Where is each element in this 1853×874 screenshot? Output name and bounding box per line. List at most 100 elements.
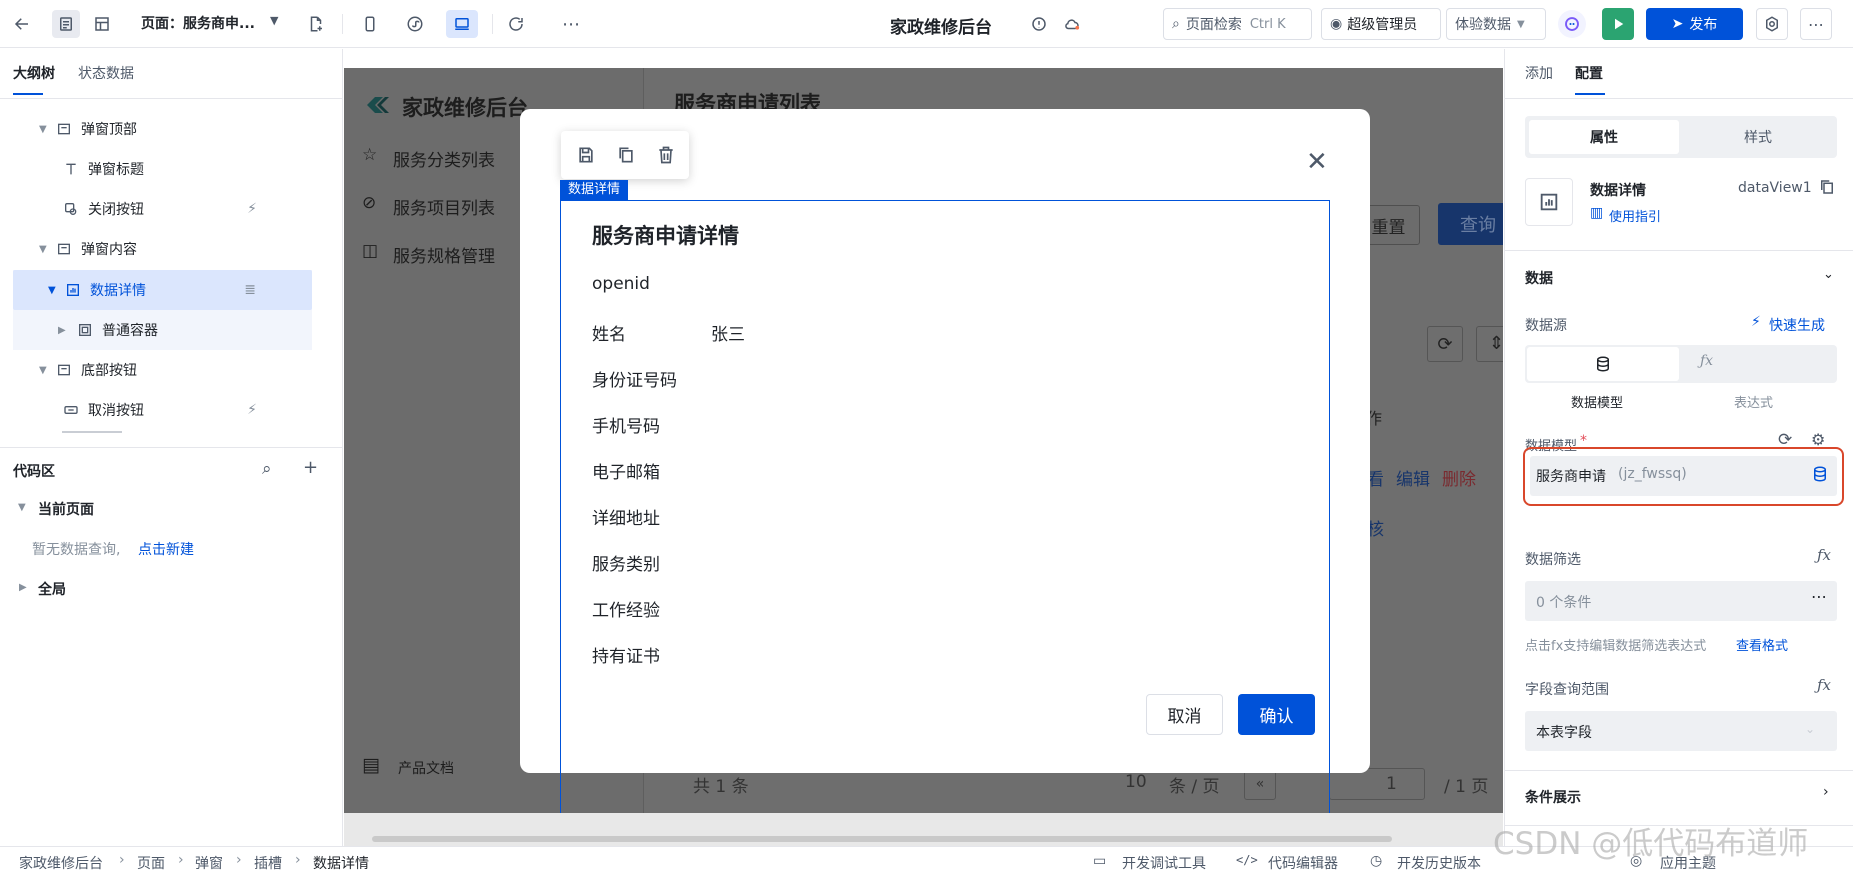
fx-expression-icon[interactable]: ƒx bbox=[1817, 676, 1831, 694]
desktop-view-icon[interactable] bbox=[446, 10, 478, 38]
tree-node-cancel-button[interactable]: 取消按钮 ⚡ bbox=[0, 391, 343, 429]
menu-item-service-category[interactable]: 服务分类列表 bbox=[393, 146, 495, 171]
more-icon[interactable]: ⋯ bbox=[1800, 8, 1832, 40]
menu-item-service-spec[interactable]: 服务规格管理 bbox=[393, 242, 495, 267]
tab-state-data[interactable]: 状态数据 bbox=[78, 63, 134, 83]
source-type-expression[interactable]: 表达式 bbox=[1734, 392, 1773, 411]
cancel-button[interactable]: 取消 bbox=[1146, 694, 1223, 735]
quick-generate-link[interactable]: 快速生成 bbox=[1769, 315, 1825, 335]
menu-item-service-project[interactable]: 服务项目列表 bbox=[393, 194, 495, 219]
fx-expression-icon[interactable]: ƒx bbox=[1817, 546, 1831, 564]
tree-node-popup-content[interactable]: ▼ 弹窗内容 bbox=[0, 230, 343, 268]
tree-node-close-button[interactable]: 关闭按钮 ⚡ bbox=[0, 190, 343, 228]
caret-right-icon[interactable]: ▶ bbox=[19, 582, 27, 593]
save-icon[interactable] bbox=[576, 145, 596, 169]
chevron-down-icon[interactable]: ▼ bbox=[270, 14, 278, 27]
tree-node-popup-header[interactable]: ▼ 弹窗顶部 bbox=[0, 110, 343, 148]
tab-config[interactable]: 配置 bbox=[1575, 63, 1603, 83]
current-page-node[interactable]: 当前页面 bbox=[38, 499, 94, 519]
cloud-status-icon[interactable] bbox=[1058, 10, 1086, 38]
watermark-text: CSDN @低代码布道师 bbox=[1493, 826, 1809, 862]
mini-program-icon[interactable] bbox=[401, 10, 429, 38]
breadcrumb-item[interactable]: 弹窗 bbox=[195, 853, 223, 873]
database-icon[interactable] bbox=[1527, 347, 1679, 381]
add-plus-icon[interactable]: + bbox=[303, 457, 318, 478]
canvas-scroll-track[interactable] bbox=[344, 813, 1503, 846]
page-search-input[interactable]: ⌕ 页面检索 Ctrl K bbox=[1163, 8, 1312, 40]
caret-down-icon: ▼ bbox=[48, 284, 56, 296]
breadcrumb-item[interactable]: 页面 bbox=[137, 853, 165, 873]
filter-format-link[interactable]: 查看格式 bbox=[1736, 635, 1788, 654]
caret-right-icon: ▶ bbox=[58, 324, 66, 336]
copy-icon[interactable] bbox=[1818, 178, 1836, 200]
search-icon: ⌕ bbox=[1172, 16, 1180, 32]
more-icon[interactable]: ⋯ bbox=[1811, 587, 1827, 606]
database-icon[interactable] bbox=[1811, 465, 1829, 487]
guide-link[interactable]: 使用指引 bbox=[1609, 206, 1661, 225]
tree-node-normal-container[interactable]: ▶ 普通容器 bbox=[0, 311, 343, 349]
create-query-link[interactable]: 点击新建 bbox=[138, 539, 194, 559]
chevron-down-icon[interactable]: ⌄ bbox=[1823, 267, 1834, 282]
delete-icon[interactable] bbox=[656, 145, 676, 169]
section-data-title[interactable]: 数据 bbox=[1525, 268, 1553, 288]
user-button[interactable]: ◉ 超级管理员 bbox=[1321, 8, 1441, 40]
source-type-model[interactable]: 数据模型 bbox=[1571, 392, 1623, 411]
run-play-icon[interactable] bbox=[1602, 8, 1634, 40]
send-icon: ➤ bbox=[1671, 16, 1684, 32]
model-value: 服务商申请 bbox=[1536, 469, 1606, 485]
filter-value: 0 个条件 bbox=[1536, 595, 1592, 611]
canvas-scroll-thumb[interactable] bbox=[372, 836, 1392, 842]
row-delete-link[interactable]: 删除 bbox=[1442, 465, 1476, 490]
data-mode-select[interactable]: 体验数据 ▼ bbox=[1446, 8, 1546, 40]
settings-gear-icon[interactable] bbox=[1756, 8, 1788, 40]
caret-down-icon[interactable]: ▼ bbox=[18, 502, 26, 513]
publish-button[interactable]: ➤ 发布 bbox=[1646, 8, 1743, 40]
breadcrumb-item[interactable]: 家政维修后台 bbox=[19, 853, 103, 873]
product-docs-link[interactable]: 产品文档 bbox=[398, 758, 454, 778]
event-bolt-icon[interactable]: ⚡ bbox=[247, 402, 257, 418]
debug-tools-button[interactable]: 开发调试工具 bbox=[1122, 853, 1206, 873]
segment-attributes[interactable]: 属性 bbox=[1529, 120, 1679, 154]
row-edit-link[interactable]: 编辑 bbox=[1396, 465, 1430, 490]
segment-style[interactable]: 样式 bbox=[1683, 120, 1833, 154]
event-bolt-icon[interactable]: ⚡ bbox=[247, 201, 257, 217]
tree-node-data-view[interactable]: ▼ 数据详情 ≣ bbox=[0, 271, 343, 309]
copy-icon[interactable] bbox=[616, 145, 636, 169]
column-height-icon[interactable]: ⇕ bbox=[1476, 326, 1503, 362]
tree-node-popup-title[interactable]: 弹窗标题 bbox=[0, 150, 343, 188]
breadcrumb-item-current[interactable]: 数据详情 bbox=[313, 853, 369, 873]
detail-field-label: 服务类别 bbox=[592, 555, 660, 575]
refresh-icon[interactable] bbox=[502, 10, 530, 38]
query-button[interactable]: 查询 bbox=[1438, 203, 1503, 245]
mobile-view-icon[interactable] bbox=[356, 10, 384, 38]
filter-label: 数据筛选 bbox=[1525, 552, 1581, 568]
confirm-button[interactable]: 确认 bbox=[1238, 694, 1315, 735]
more-icon[interactable]: ⋯ bbox=[557, 10, 585, 38]
field-range-value: 本表字段 bbox=[1536, 725, 1592, 741]
table-refresh-icon[interactable]: ⟳ bbox=[1427, 326, 1463, 362]
search-icon[interactable]: ⌕ bbox=[262, 459, 272, 479]
code-editor-button[interactable]: 代码编辑器 bbox=[1268, 853, 1338, 873]
chevron-right-icon[interactable]: › bbox=[1823, 784, 1829, 800]
global-node[interactable]: 全局 bbox=[38, 579, 66, 599]
tab-outline-tree[interactable]: 大纲树 bbox=[13, 63, 55, 83]
fx-expression-icon[interactable]: ƒx bbox=[1700, 353, 1713, 369]
tab-add[interactable]: 添加 bbox=[1525, 63, 1553, 83]
layout-icon[interactable] bbox=[88, 10, 116, 38]
page-selector-label[interactable]: 页面：服务商申... bbox=[141, 13, 255, 33]
page-list-icon[interactable] bbox=[52, 10, 80, 38]
star-icon: ☆ bbox=[362, 145, 378, 165]
top-toolbar: 页面：服务商申... ▼ ⋯ 家政维修后台 ⌕ 页面检索 Ctrl K ◉ 超级… bbox=[0, 0, 1853, 48]
history-icon: ◷ bbox=[1370, 853, 1383, 869]
app-logo-icon bbox=[363, 93, 393, 117]
database-icon[interactable]: ≣ bbox=[244, 282, 256, 298]
back-arrow-icon[interactable] bbox=[8, 10, 36, 38]
tree-node-footer-buttons[interactable]: ▼ 底部按钮 bbox=[0, 351, 343, 389]
close-icon[interactable]: ✕ bbox=[1306, 149, 1328, 175]
breadcrumb-item[interactable]: 插槽 bbox=[254, 853, 282, 873]
ai-assistant-icon[interactable] bbox=[1558, 10, 1586, 38]
condition-display-title[interactable]: 条件展示 bbox=[1525, 787, 1581, 807]
add-page-icon[interactable] bbox=[302, 10, 330, 38]
history-versions-button[interactable]: 开发历史版本 bbox=[1397, 853, 1481, 873]
info-icon[interactable] bbox=[1025, 10, 1053, 38]
